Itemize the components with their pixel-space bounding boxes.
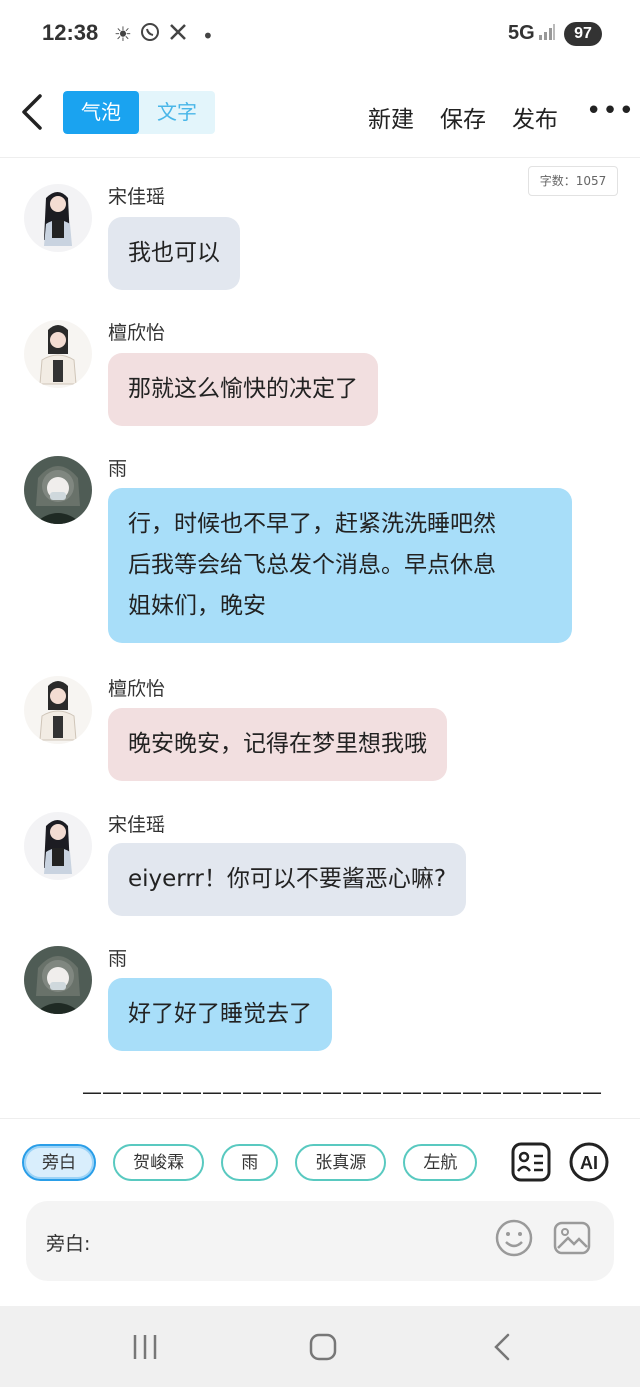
image-icon[interactable] [552, 1218, 592, 1258]
signal-icon [538, 22, 556, 46]
sender-name: 檀欣怡 [108, 678, 166, 700]
message-bubble[interactable]: 那就这么愉快的决定了 [108, 353, 378, 426]
sender-name: 雨 [108, 948, 128, 970]
role-chip[interactable]: 张真源 [295, 1144, 387, 1181]
role-chip[interactable]: 旁白 [22, 1144, 96, 1181]
sender-name: 雨 [108, 458, 128, 480]
divider-line: —————————————————————————— [82, 1080, 602, 1104]
avatar-tanxinyi[interactable] [24, 676, 92, 744]
nav-back-icon[interactable] [488, 1332, 518, 1362]
input-label: 旁白: [46, 1233, 91, 1255]
emoji-icon[interactable] [494, 1218, 534, 1258]
back-icon[interactable] [18, 92, 48, 132]
sender-name: 宋佳瑶 [108, 814, 166, 836]
new-button[interactable]: 新建 [368, 100, 414, 134]
avatar-yu[interactable] [24, 946, 92, 1014]
avatar-songjiayao[interactable] [24, 812, 92, 880]
avatar-tanxinyi[interactable] [24, 320, 92, 388]
message-line: 行，时候也不早了，赶紧洗洗睡吧然 [128, 511, 496, 537]
message-bubble[interactable]: 行，时候也不早了，赶紧洗洗睡吧然 后我等会给飞总发个消息。早点休息 姐妹们，晚安 [108, 488, 572, 643]
role-card-icon[interactable] [510, 1141, 552, 1183]
message-input[interactable]: 旁白: [26, 1201, 614, 1281]
publish-button[interactable]: 发布 [512, 100, 558, 134]
message-line: 姐妹们，晚安 [128, 593, 266, 619]
ai-icon[interactable]: AI [568, 1141, 610, 1183]
battery-badge: 97 [564, 22, 602, 46]
tab-text[interactable]: 文字 [139, 91, 215, 134]
whatsapp-icon [140, 22, 160, 47]
message-bubble[interactable]: 好了好了睡觉去了 [108, 978, 332, 1051]
more-icon[interactable]: ••• [586, 96, 635, 126]
sun-icon: ☀ [114, 22, 132, 46]
system-nav-bar [0, 1306, 640, 1387]
message-bubble[interactable]: eiyerrr！你可以不要酱恶心嘛? [108, 843, 467, 916]
recent-apps-icon[interactable] [130, 1332, 160, 1362]
tab-bubble[interactable]: 气泡 [63, 91, 139, 134]
avatar-songjiayao[interactable] [24, 184, 92, 252]
dot-icon: • [202, 24, 214, 48]
save-button[interactable]: 保存 [440, 100, 486, 134]
role-chip[interactable]: 贺峻霖 [113, 1144, 205, 1181]
sender-name: 宋佳瑶 [108, 186, 166, 208]
role-chips: 旁白 贺峻霖 雨 张真源 左航 [22, 1144, 492, 1184]
composer-panel: 旁白 贺峻霖 雨 张真源 左航 AI 旁白: [0, 1118, 640, 1306]
avatar-yu[interactable] [24, 456, 92, 524]
message-bubble[interactable]: 我也可以 [108, 217, 240, 290]
message-line: 后我等会给飞总发个消息。早点休息 [128, 552, 496, 578]
message-bubble[interactable]: 晚安晚安，记得在梦里想我哦 [108, 708, 447, 781]
svg-text:AI: AI [580, 1153, 598, 1173]
network-label: 5G [508, 22, 535, 44]
x-icon [168, 22, 188, 47]
status-time: 12:38 [42, 20, 99, 45]
role-chip[interactable]: 雨 [221, 1144, 279, 1181]
word-count: 字数：1057 [528, 166, 618, 196]
mode-toggle: 气泡 文字 [63, 91, 215, 134]
status-bar: 12:38 ☀ • 5G 97 [0, 0, 640, 70]
sender-name: 檀欣怡 [108, 322, 166, 344]
role-chip[interactable]: 左航 [403, 1144, 478, 1181]
home-icon[interactable] [308, 1332, 338, 1362]
top-bar: 气泡 文字 新建 保存 发布 ••• [0, 70, 640, 158]
